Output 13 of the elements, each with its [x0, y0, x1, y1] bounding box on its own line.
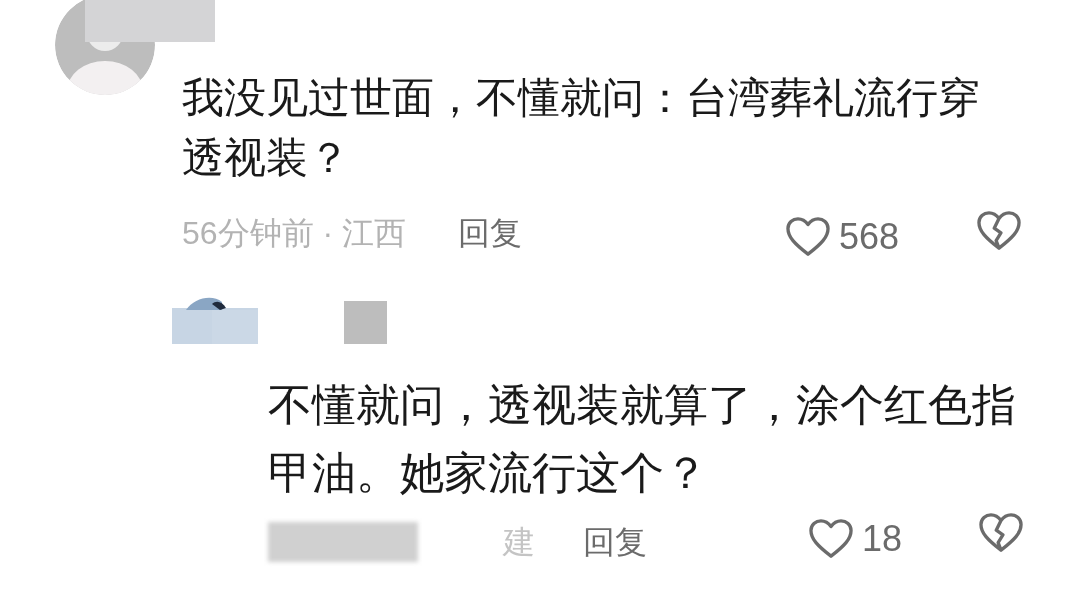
comment-text: 我没见过世面，不懂就问：台湾葬礼流行穿透视装？ — [182, 73, 981, 183]
like-count: 568 — [839, 215, 900, 259]
reply-button[interactable]: 回复 — [583, 518, 647, 566]
like-count: 18 — [862, 517, 903, 561]
comment-text: 不懂就问，透视装就算了，涂个红色指甲油。她家流行这个？ — [268, 379, 1017, 499]
reply-button[interactable]: 回复 — [458, 209, 523, 257]
broken-heart-icon[interactable] — [978, 512, 1024, 554]
redaction-block — [344, 301, 387, 344]
heart-icon[interactable] — [785, 216, 831, 258]
location-text: 建 — [503, 523, 535, 562]
broken-heart-icon[interactable] — [976, 210, 1022, 252]
timestamp: 56分钟前 · 江西 — [182, 214, 407, 253]
heart-icon[interactable] — [808, 518, 854, 560]
